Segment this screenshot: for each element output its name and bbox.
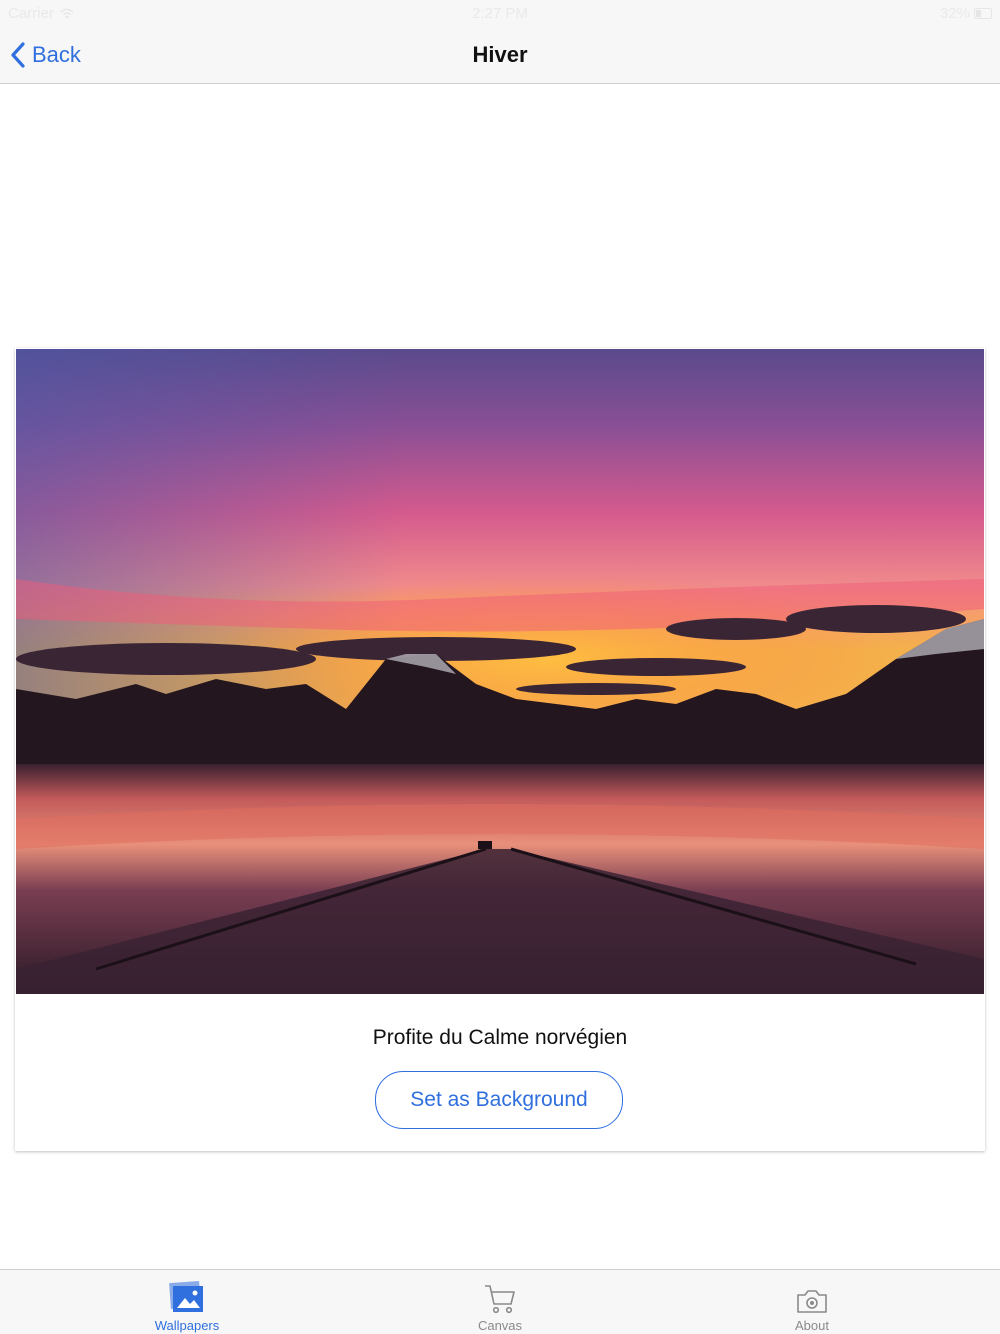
screen: Carrier 2:27 PM 32% Back Hiver Profite d… (0, 0, 1000, 1334)
wallpapers-icon (169, 1277, 205, 1315)
status-time: 2:27 PM (472, 5, 528, 22)
cart-icon (483, 1277, 517, 1315)
tab-bar: Wallpapers Canvas About (0, 1269, 1000, 1334)
tab-label-wallpapers: Wallpapers (154, 1318, 220, 1333)
sunset-fjord-photo (16, 349, 984, 994)
status-bar: Carrier 2:27 PM 32% (0, 0, 1000, 28)
page-title: Hiver (472, 42, 528, 67)
battery-indicator: 32% (940, 5, 992, 22)
wallpaper-card: Profite du Calme norvégien Set as Backgr… (15, 348, 985, 1151)
tab-label-canvas: Canvas (477, 1318, 523, 1333)
battery-icon (974, 8, 992, 19)
navigation-bar: Back Hiver (0, 28, 1000, 84)
tab-about[interactable]: About (732, 1270, 892, 1334)
set-as-background-button[interactable]: Set as Background (375, 1071, 623, 1129)
tab-label-about: About (795, 1318, 829, 1333)
tab-canvas[interactable]: Canvas (420, 1270, 580, 1334)
tab-wallpapers[interactable]: Wallpapers (107, 1270, 267, 1334)
wallpaper-image[interactable] (16, 349, 984, 994)
wallpaper-caption: Profite du Calme norvégien (372, 1026, 628, 1049)
camera-icon (795, 1277, 829, 1315)
battery-percent: 32% (939, 5, 970, 22)
